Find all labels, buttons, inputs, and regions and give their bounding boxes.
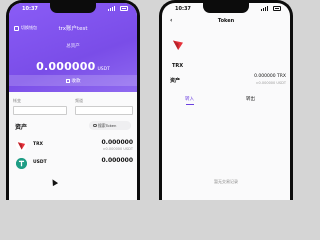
receive-button[interactable]: 收款	[9, 75, 137, 86]
asset-row-trx[interactable]: TRX 0.000000 ≈0.000000 USDT	[9, 136, 137, 154]
signal-icon	[265, 7, 267, 11]
assets-label: 资产	[170, 78, 181, 84]
field-channel: 频道	[75, 98, 133, 115]
asset-symbol: TRX	[33, 142, 44, 147]
field-balance-change: 帐变	[13, 98, 67, 115]
assets-title: 资产	[15, 124, 28, 131]
token-name: TRX	[172, 63, 184, 69]
status-bar: 10:37	[9, 3, 137, 16]
phone-frame-token: 10:37 ‹ Token TRX 资产 0.000000 TRX ≈0.000…	[159, 0, 293, 200]
status-icons	[261, 6, 281, 11]
balance-change-input[interactable]	[13, 106, 67, 115]
signal-icon	[112, 7, 114, 11]
tether-icon	[16, 158, 27, 169]
camera-notch	[203, 3, 249, 13]
tab-transfer-in[interactable]: 转入	[185, 96, 194, 102]
page-title: Token	[217, 18, 235, 24]
nav-header: ‹ Token	[162, 15, 290, 27]
battery-icon	[120, 6, 128, 11]
search-token-button[interactable]: 搜索Token	[89, 121, 131, 130]
token-usd-value: ≈0.000000 USDT	[255, 81, 286, 85]
tron-icon	[173, 40, 183, 50]
tab-transfer-out[interactable]: 转出	[246, 96, 255, 102]
signal-icon	[110, 8, 112, 11]
field-label: 帐变	[13, 98, 21, 103]
total-unit: USDT	[97, 67, 110, 72]
signal-icon	[261, 9, 263, 11]
wallet-home-screen: 10:37 切换钱包 trx账户test 总资产 0.000000 USDT 收款	[9, 3, 137, 200]
receive-label: 收款	[71, 78, 81, 84]
asset-amount: 0.000000	[101, 157, 133, 164]
field-label: 频道	[75, 98, 83, 103]
camera-notch	[50, 3, 96, 13]
total-assets-label: 总资产	[66, 44, 80, 49]
battery-icon	[273, 6, 281, 11]
total-amount: 0.000000	[36, 60, 96, 73]
asset-amount: 0.000000	[101, 139, 133, 146]
status-icons	[108, 6, 128, 11]
account-title: trx账户test	[58, 26, 88, 32]
qr-code-icon	[65, 78, 70, 83]
status-bar: 10:37	[162, 3, 290, 16]
channel-input[interactable]	[75, 106, 133, 115]
total-assets-value: 0.000000 USDT	[9, 55, 137, 74]
active-tab-indicator	[186, 104, 194, 106]
asset-usd-value: ≈0.000000 USDT	[102, 147, 133, 151]
signal-icon	[267, 6, 269, 11]
mouse-cursor-icon	[49, 177, 59, 187]
phone-frame-wallet: 10:37 切换钱包 trx账户test 总资产 0.000000 USDT 收款	[6, 0, 140, 200]
token-detail-screen: 10:37 ‹ Token TRX 资产 0.000000 TRX ≈0.000…	[162, 3, 290, 200]
tron-icon	[16, 140, 27, 151]
search-token-label: 搜索Token	[98, 122, 117, 128]
signal-icon	[263, 8, 265, 11]
status-time: 10:37	[175, 6, 191, 12]
search-icon	[93, 123, 97, 128]
asset-row-usdt[interactable]: USDT 0.000000	[9, 154, 137, 172]
asset-symbol: USDT	[33, 160, 47, 165]
signal-icon	[108, 9, 110, 11]
signal-icon	[114, 6, 116, 11]
status-time: 10:37	[22, 6, 38, 12]
empty-state-text: 暂无交易记录	[214, 179, 238, 184]
token-amount: 0.000000 TRX	[254, 74, 286, 79]
